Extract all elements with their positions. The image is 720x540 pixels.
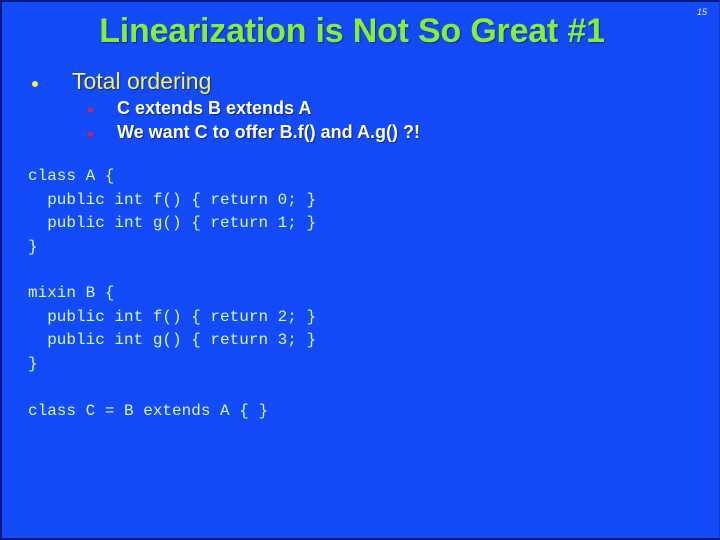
bullet-total-ordering: Total ordering <box>32 68 211 95</box>
sub-bullet-dot-icon <box>88 131 93 137</box>
bullet-dot-icon <box>32 80 38 87</box>
page-number: 15 <box>696 7 707 17</box>
code-block-class-a: class A { public int f() { return 0; } p… <box>28 167 317 256</box>
slide: Linearization is Not So Great #1 15 Tota… <box>0 0 720 540</box>
sub-bullet-1: C extends B extends A <box>88 98 311 119</box>
bullet-text: Total ordering <box>72 68 212 94</box>
code-block-class-c: class C = B extends A { } <box>28 402 269 420</box>
sub-bullet-text: We want C to offer B.f() and A.g() ?! <box>117 122 420 142</box>
sub-bullet-dot-icon <box>88 107 93 113</box>
code-block-mixin-b: mixin B { public int f() { return 2; } p… <box>28 284 317 373</box>
sub-bullet-text: C extends B extends A <box>117 98 312 118</box>
slide-title: Linearization is Not So Great #1 <box>99 12 605 50</box>
sub-bullet-2: We want C to offer B.f() and A.g() ?! <box>88 122 420 143</box>
